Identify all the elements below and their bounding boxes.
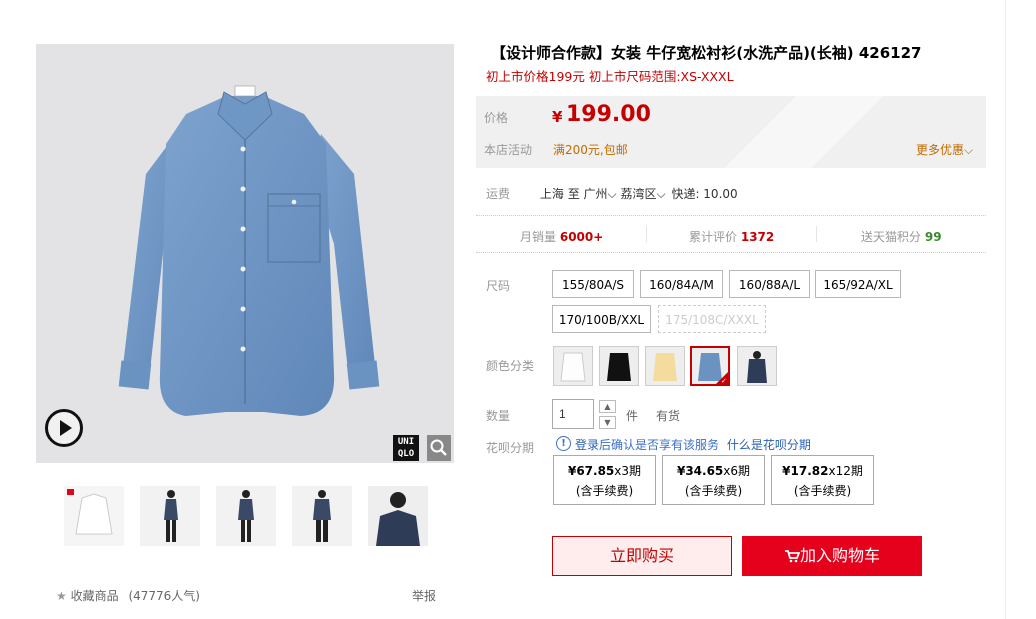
- denim-shirt-swatch: ✓: [692, 348, 728, 384]
- promo-text: 满200元,包邮: [553, 143, 628, 157]
- model-side-thumbnail: [140, 486, 200, 546]
- thumbnail-1[interactable]: [64, 486, 124, 546]
- divider: [1005, 0, 1006, 619]
- color-swatch-black[interactable]: [599, 346, 639, 386]
- currency-symbol: ¥: [552, 108, 563, 126]
- quantity-increase-button[interactable]: ▲: [599, 400, 616, 413]
- thumbnail-2[interactable]: [140, 486, 200, 546]
- price-value: 199.00: [566, 102, 651, 127]
- color-swatch-navy[interactable]: [737, 346, 777, 386]
- promo-label: 本店活动: [484, 143, 533, 157]
- zoom-button[interactable]: [427, 435, 451, 461]
- size-option-m[interactable]: 160/84A/M: [640, 270, 723, 298]
- price-label: 价格: [484, 111, 509, 125]
- huabei-notice: 登录后确认是否享有该服务 什么是花呗分期: [575, 438, 811, 452]
- thumbnail-3[interactable]: [216, 486, 276, 546]
- quantity-decrease-button[interactable]: ▼: [599, 416, 616, 429]
- stats-row: 月销量 6000+ 累计评价 1372 送天猫积分 99: [476, 226, 986, 246]
- size-option-xl[interactable]: 165/92A/XL: [815, 270, 901, 298]
- main-product-image[interactable]: UNI QLO: [36, 44, 454, 463]
- city-selector[interactable]: 广州⌵: [584, 187, 617, 201]
- navy-shirt-swatch: [738, 347, 776, 385]
- star-icon: ★: [56, 589, 67, 603]
- size-option-s[interactable]: 155/80A/S: [552, 270, 634, 298]
- shipping-row: 运费 上海 至 广州⌵ 荔湾区⌵ 快递: 10.00: [486, 187, 738, 201]
- model-front-thumbnail: [292, 486, 352, 546]
- model-closeup-thumbnail: [368, 486, 428, 546]
- black-shirt-swatch: [600, 347, 638, 385]
- denim-shirt-image: [118, 85, 380, 416]
- size-option-xxxl: 175/108C/XXXL: [658, 305, 766, 333]
- size-option-l[interactable]: 160/88A/L: [729, 270, 810, 298]
- cart-icon: [784, 550, 801, 563]
- more-discounts-link[interactable]: 更多优惠⌵: [916, 141, 973, 158]
- size-option-xxl[interactable]: 170/100B/XXL: [552, 305, 651, 333]
- quantity-input[interactable]: [552, 399, 594, 429]
- product-title: 【设计师合作款】女装 牛仔宽松衬衫(水洗产品)(长袖) 426127: [491, 44, 922, 62]
- divider: [816, 226, 817, 242]
- price-panel: 价格 ¥ 199.00 本店活动 满200元,包邮 更多优惠⌵: [476, 96, 986, 168]
- white-shirt-swatch: [554, 347, 592, 385]
- divider: [476, 215, 986, 216]
- chevron-down-icon: ⌵: [964, 143, 974, 157]
- color-swatch-yellow[interactable]: [645, 346, 685, 386]
- quantity-label: 数量: [486, 409, 511, 423]
- installment-6-option[interactable]: ¥34.65x6期 (含手续费): [662, 455, 765, 505]
- add-to-cart-button[interactable]: 加入购物车: [742, 536, 922, 576]
- color-swatch-denim[interactable]: ✓: [690, 346, 730, 386]
- play-video-button[interactable]: [45, 409, 83, 447]
- monthly-sales: 月销量 6000+: [520, 230, 604, 244]
- quantity-unit: 件: [626, 409, 639, 423]
- review-count[interactable]: 累计评价 1372: [689, 228, 774, 245]
- tmall-points: 送天猫积分 99: [861, 230, 942, 244]
- chevron-down-icon: ⌵: [607, 187, 617, 201]
- what-is-huabei-link[interactable]: 什么是花呗分期: [727, 438, 811, 452]
- size-label: 尺码: [486, 279, 511, 293]
- divider: [646, 226, 647, 242]
- district-selector[interactable]: 荔湾区⌵: [620, 187, 665, 201]
- divider: [476, 252, 986, 253]
- login-link[interactable]: 登录: [575, 438, 599, 452]
- info-icon: !: [556, 436, 571, 451]
- huabei-label: 花呗分期: [486, 441, 535, 455]
- installment-12-option[interactable]: ¥17.82x12期 (含手续费): [771, 455, 874, 505]
- shipping-fee: 快递: 10.00: [671, 187, 738, 201]
- chevron-down-icon: ⌵: [656, 187, 666, 201]
- thumbnail-5[interactable]: [368, 486, 428, 546]
- buy-now-button[interactable]: 立即购买: [552, 536, 732, 576]
- product-subtitle: 初上市价格199元 初上市尺码范围:XS-XXXL: [486, 69, 734, 84]
- magnifier-icon: [430, 439, 447, 456]
- color-swatch-white[interactable]: [553, 346, 593, 386]
- color-label: 颜色分类: [486, 359, 535, 373]
- white-shirt-thumbnail: [64, 486, 124, 546]
- yellow-shirt-swatch: [646, 347, 684, 385]
- thumbnail-4[interactable]: [292, 486, 352, 546]
- model-back-thumbnail: [216, 486, 276, 546]
- svg-text:✓: ✓: [721, 377, 727, 384]
- installment-3-option[interactable]: ¥67.85x3期 (含手续费): [553, 455, 656, 505]
- report-link[interactable]: 举报: [412, 587, 436, 604]
- stock-status: 有货: [656, 409, 681, 423]
- favorite-product[interactable]: ★ 收藏商品 (47776人气): [56, 587, 200, 604]
- uniqlo-logo: UNI QLO: [393, 435, 419, 461]
